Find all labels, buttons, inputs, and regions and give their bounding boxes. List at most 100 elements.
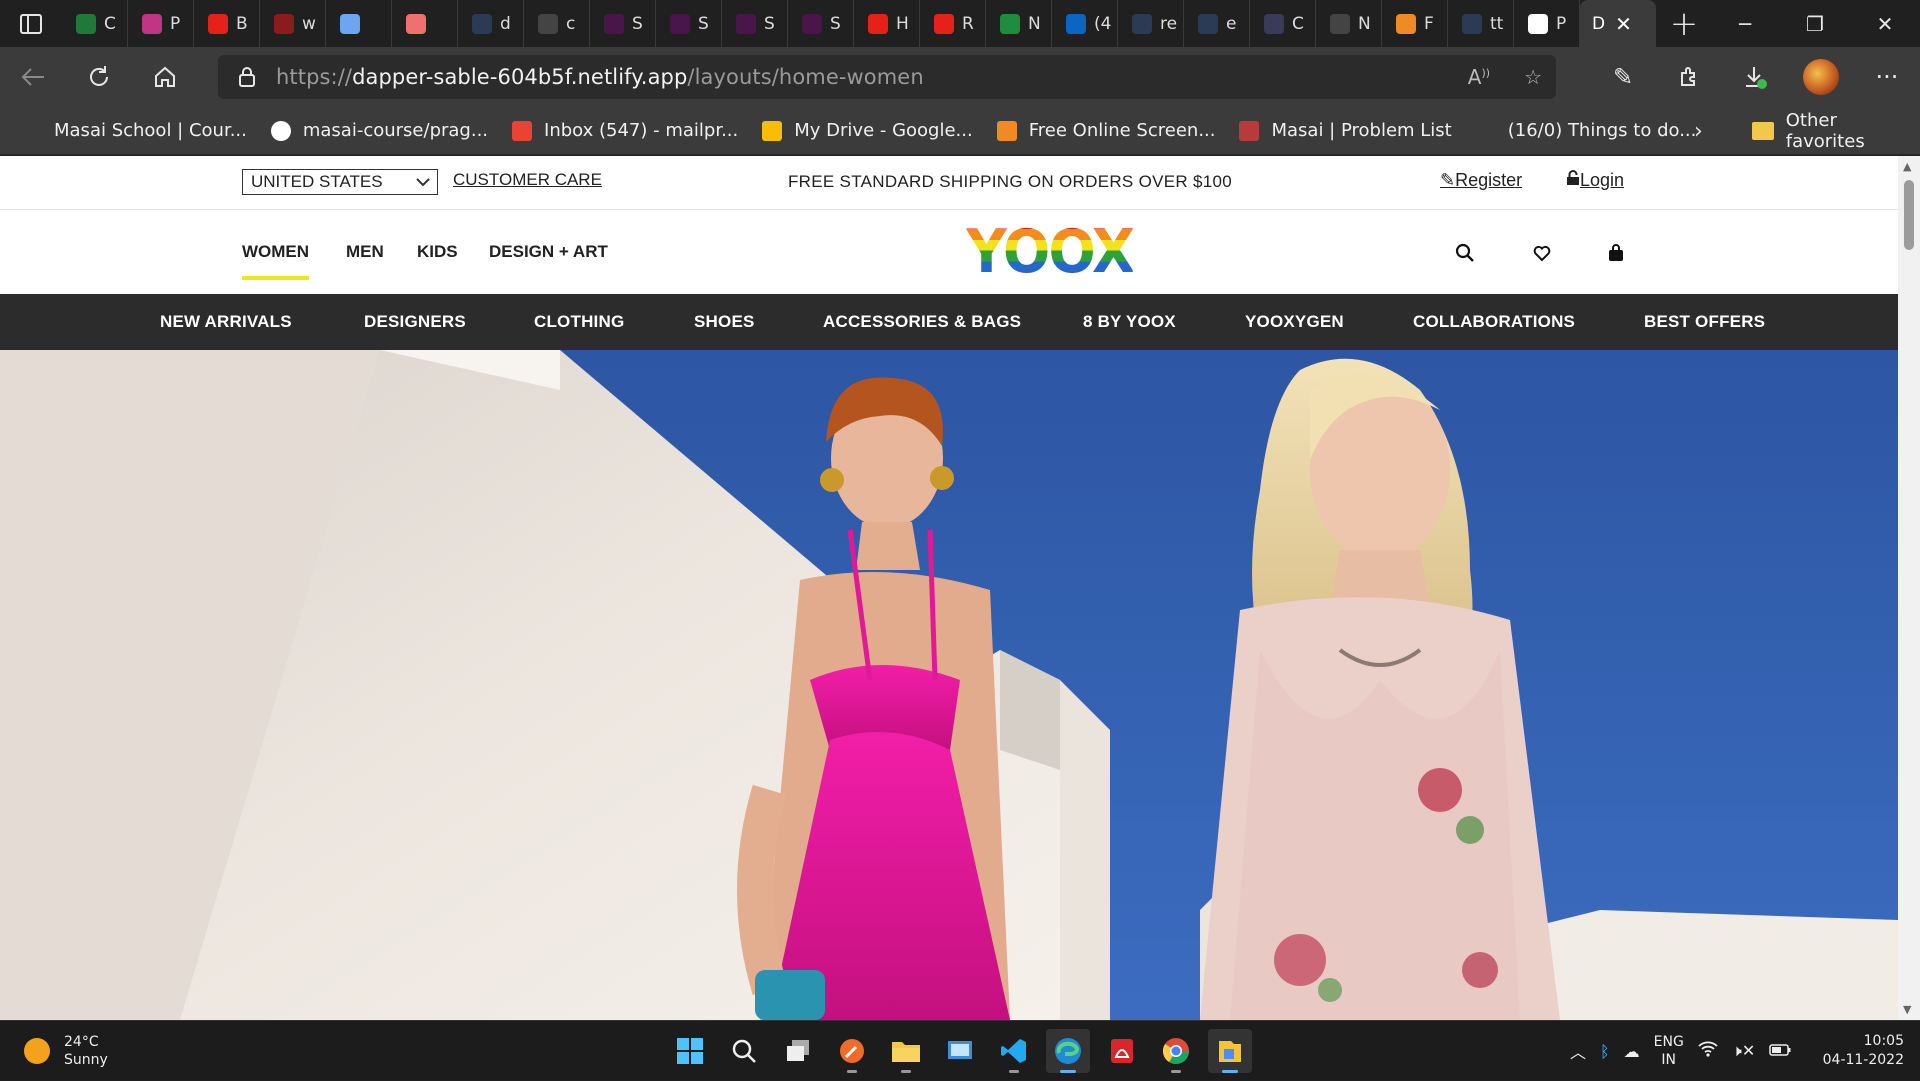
taskbar-vscode[interactable] <box>992 1029 1036 1073</box>
customer-care-link[interactable]: CUSTOMER CARE <box>453 170 602 190</box>
read-aloud-icon[interactable]: A)) <box>1468 65 1490 89</box>
url-text[interactable]: https://dapper-sable-604b5f.netlify.app/… <box>276 65 924 89</box>
browser-tab[interactable]: H <box>854 0 920 47</box>
new-tab-button[interactable]: + <box>1656 0 1712 47</box>
language-indicator[interactable]: ENG IN <box>1654 1033 1684 1069</box>
favorite-item[interactable]: (16/0) Things to do... <box>1475 120 1696 141</box>
taskbar-chrome[interactable] <box>1154 1029 1198 1073</box>
other-favorites-folder[interactable]: Other favorites <box>1752 107 1920 155</box>
browser-tab[interactable]: S <box>722 0 788 47</box>
browser-tab[interactable] <box>392 0 458 47</box>
onedrive-icon[interactable]: ☁ <box>1624 1042 1640 1061</box>
refresh-button[interactable] <box>66 47 132 107</box>
favorite-item[interactable]: masai-course/prag... <box>270 120 488 141</box>
heart-icon[interactable] <box>1531 242 1553 264</box>
tray-overflow-chevron-icon[interactable]: ︿ <box>1570 1039 1586 1063</box>
downloads-icon[interactable] <box>1722 47 1788 107</box>
category-shoes[interactable]: SHOES <box>694 312 755 332</box>
extensions-icon[interactable] <box>1656 47 1722 107</box>
category-8-by-yoox[interactable]: 8 BY YOOX <box>1083 312 1176 332</box>
browser-tab[interactable]: S <box>656 0 722 47</box>
wifi-icon[interactable] <box>1698 1041 1718 1061</box>
browser-tab[interactable]: N <box>986 0 1052 47</box>
taskbar-edge[interactable] <box>1046 1029 1090 1073</box>
task-view-button[interactable] <box>776 1029 820 1073</box>
url-scheme: https:// <box>276 65 353 89</box>
browser-tab[interactable]: w <box>260 0 326 47</box>
close-window-button[interactable]: ✕ <box>1850 0 1920 47</box>
shopping-bag-icon[interactable] <box>1605 242 1627 264</box>
clock[interactable]: 10:05 04-11-2022 <box>1823 1032 1904 1070</box>
category-collaborations[interactable]: COLLABORATIONS <box>1413 312 1575 332</box>
favorite-item[interactable]: Masai | Problem List <box>1239 120 1452 141</box>
taskbar-file-explorer[interactable] <box>884 1029 928 1073</box>
category-best-offers[interactable]: BEST OFFERS <box>1644 312 1765 332</box>
minimize-button[interactable]: ─ <box>1710 0 1780 47</box>
category-new-arrivals[interactable]: NEW ARRIVALS <box>160 312 292 332</box>
nav-design-art[interactable]: DESIGN + ART <box>489 242 608 262</box>
nav-men[interactable]: MEN <box>346 242 384 262</box>
page-icon <box>22 120 42 141</box>
browser-tab[interactable]: (4 <box>1052 0 1118 47</box>
browser-tab[interactable]: e <box>1184 0 1250 47</box>
favorite-item[interactable]: Inbox (547) - mailpr... <box>512 120 738 141</box>
favorite-item[interactable]: Free Online Screen... <box>996 120 1215 141</box>
category-designers[interactable]: DESIGNERS <box>364 312 466 332</box>
taskbar-sticky-folder[interactable] <box>1208 1029 1252 1073</box>
taskbar-acrobat[interactable] <box>1100 1029 1144 1073</box>
nav-women[interactable]: WOMEN <box>242 242 310 280</box>
speaker-muted-icon[interactable]: 🕨✕ <box>1732 1041 1756 1061</box>
browser-tab[interactable]: C <box>62 0 128 47</box>
browser-tab[interactable]: d <box>458 0 524 47</box>
browser-tab[interactable]: S <box>590 0 656 47</box>
start-button[interactable] <box>668 1029 712 1073</box>
back-button[interactable] <box>0 47 66 107</box>
browser-tab[interactable]: C <box>1250 0 1316 47</box>
browser-tab[interactable]: re <box>1118 0 1184 47</box>
bluetooth-icon[interactable]: ᛒ <box>1600 1042 1610 1061</box>
nav-kids[interactable]: KIDS <box>417 242 458 262</box>
browser-tab[interactable]: c <box>524 0 590 47</box>
scrollbar-thumb[interactable] <box>1904 180 1914 250</box>
register-link[interactable]: ✎Register <box>1440 170 1522 191</box>
profile-button[interactable] <box>1788 47 1854 107</box>
taskbar-control-panel[interactable] <box>938 1029 982 1073</box>
category-clothing[interactable]: CLOTHING <box>534 312 624 332</box>
active-tab[interactable]: D ✕ <box>1580 0 1656 47</box>
browser-tab[interactable]: tt <box>1448 0 1514 47</box>
login-link[interactable]: Login <box>1566 170 1624 191</box>
browser-tab[interactable]: R <box>920 0 986 47</box>
address-bar[interactable]: https://dapper-sable-604b5f.netlify.app/… <box>218 55 1556 99</box>
restore-button[interactable]: ❐ <box>1780 0 1850 47</box>
browser-tab[interactable]: P <box>128 0 194 47</box>
browser-tab[interactable]: N <box>1316 0 1382 47</box>
browser-tab[interactable]: B <box>194 0 260 47</box>
close-tab-icon[interactable]: ✕ <box>1615 12 1632 36</box>
category-yooxygen[interactable]: YOOXYGEN <box>1245 312 1344 332</box>
country-select[interactable]: UNITED STATES <box>242 169 438 195</box>
add-favorite-icon[interactable]: ☆ <box>1524 65 1542 89</box>
browser-tab[interactable]: P <box>1514 0 1580 47</box>
tab-actions-button[interactable] <box>0 0 62 47</box>
more-favorites-chevron-icon[interactable]: › <box>1694 107 1703 155</box>
search-icon[interactable] <box>1454 242 1476 264</box>
browser-tab[interactable] <box>326 0 392 47</box>
taskbar-app-orange[interactable] <box>830 1029 874 1073</box>
browser-tab[interactable]: F <box>1382 0 1448 47</box>
pen-extension-icon[interactable]: ✎ <box>1590 47 1656 107</box>
battery-icon[interactable] <box>1769 1042 1791 1061</box>
category-accessories-bags[interactable]: ACCESSORIES & BAGS <box>823 312 1021 332</box>
scroll-up-icon[interactable]: ▲ <box>1903 160 1911 173</box>
home-button[interactable] <box>132 47 198 107</box>
settings-more-icon[interactable]: ··· <box>1854 47 1920 107</box>
search-button[interactable] <box>722 1029 766 1073</box>
hero-banner[interactable] <box>0 350 1898 1020</box>
favorite-item[interactable]: My Drive - Google... <box>762 120 973 141</box>
yoox-logo[interactable]: YOOX <box>966 218 1135 286</box>
lock-icon[interactable] <box>218 66 276 88</box>
browser-tab[interactable]: S <box>788 0 854 47</box>
favorite-item[interactable]: Masai School | Cour... <box>22 120 247 141</box>
scroll-down-icon[interactable]: ▼ <box>1903 1003 1911 1016</box>
weather-widget[interactable]: 24°C Sunny <box>24 1033 108 1069</box>
page-scrollbar[interactable]: ▲ ▼ <box>1898 156 1920 1020</box>
